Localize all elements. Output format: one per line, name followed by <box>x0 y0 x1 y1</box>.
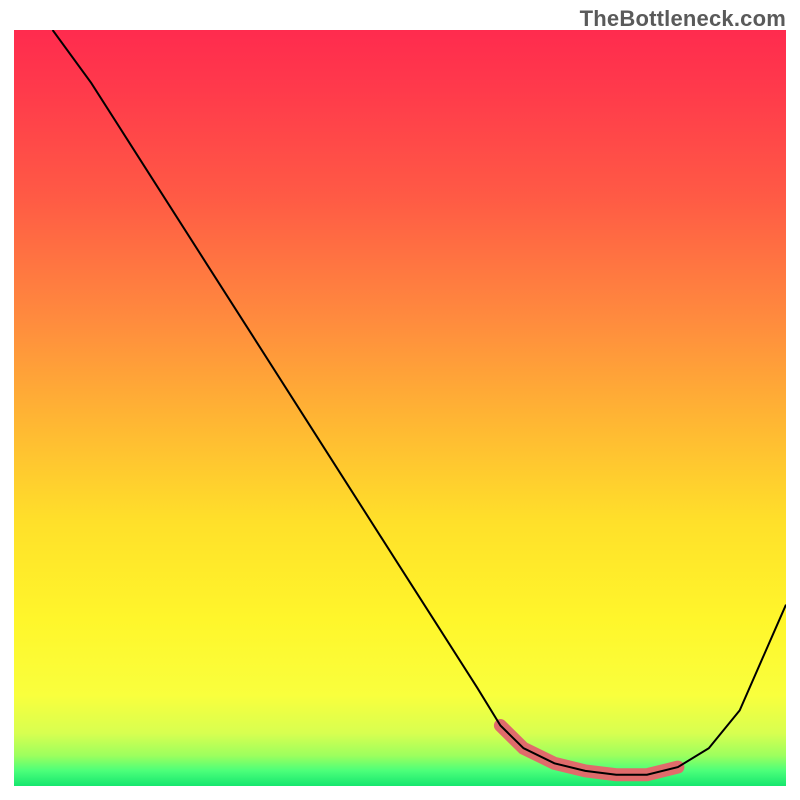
plot-area <box>14 30 786 786</box>
curve-main <box>53 30 786 775</box>
watermark-text: TheBottleneck.com <box>580 6 786 32</box>
chart-overlay <box>14 30 786 786</box>
bottleneck-chart: TheBottleneck.com <box>0 0 800 800</box>
